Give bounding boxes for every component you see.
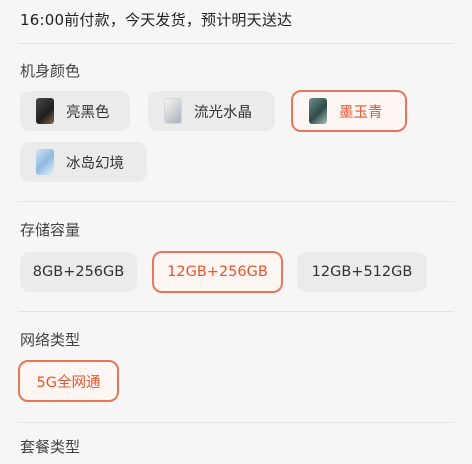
storage-section-title: 存储容量 (20, 221, 81, 239)
phone-thumb-green-icon (309, 98, 327, 124)
phone-thumb-ice-icon (36, 149, 54, 175)
divider (18, 201, 454, 202)
storage-option-label: 8GB+256GB (32, 264, 125, 280)
color-option-label: 亮黑色 (66, 104, 110, 121)
network-section-title: 网络类型 (20, 331, 81, 349)
color-option-ice[interactable]: 冰岛幻境 (20, 142, 147, 182)
package-section-title: 套餐类型 (20, 438, 81, 456)
color-option-label: 冰岛幻境 (66, 155, 124, 172)
phone-thumb-silver-icon (164, 98, 182, 124)
color-option-label: 墨玉青 (339, 104, 383, 121)
color-option-label: 流光水晶 (194, 104, 252, 121)
divider (18, 422, 454, 423)
product-spec-panel: 16:00前付款，今天发货，预计明天送达 机身颜色 亮黑色 流光水晶 墨玉青 冰… (0, 0, 472, 464)
network-option-5g[interactable]: 5G全网通 (18, 360, 119, 402)
phone-thumb-black-icon (36, 98, 54, 124)
divider (18, 43, 454, 44)
color-option-silver[interactable]: 流光水晶 (148, 91, 275, 131)
storage-option-label: 12GB+512GB (311, 264, 413, 280)
color-section-title: 机身颜色 (20, 62, 81, 80)
color-option-black[interactable]: 亮黑色 (20, 91, 130, 131)
storage-option-8-256[interactable]: 8GB+256GB (20, 252, 137, 292)
storage-option-12-256[interactable]: 12GB+256GB (152, 251, 283, 293)
color-option-green[interactable]: 墨玉青 (291, 90, 407, 132)
shipping-note: 16:00前付款，今天发货，预计明天送达 (20, 11, 293, 29)
storage-option-label: 12GB+256GB (167, 264, 268, 280)
network-option-label: 5G全网通 (36, 374, 101, 391)
divider (18, 311, 454, 312)
storage-option-12-512[interactable]: 12GB+512GB (297, 252, 427, 292)
